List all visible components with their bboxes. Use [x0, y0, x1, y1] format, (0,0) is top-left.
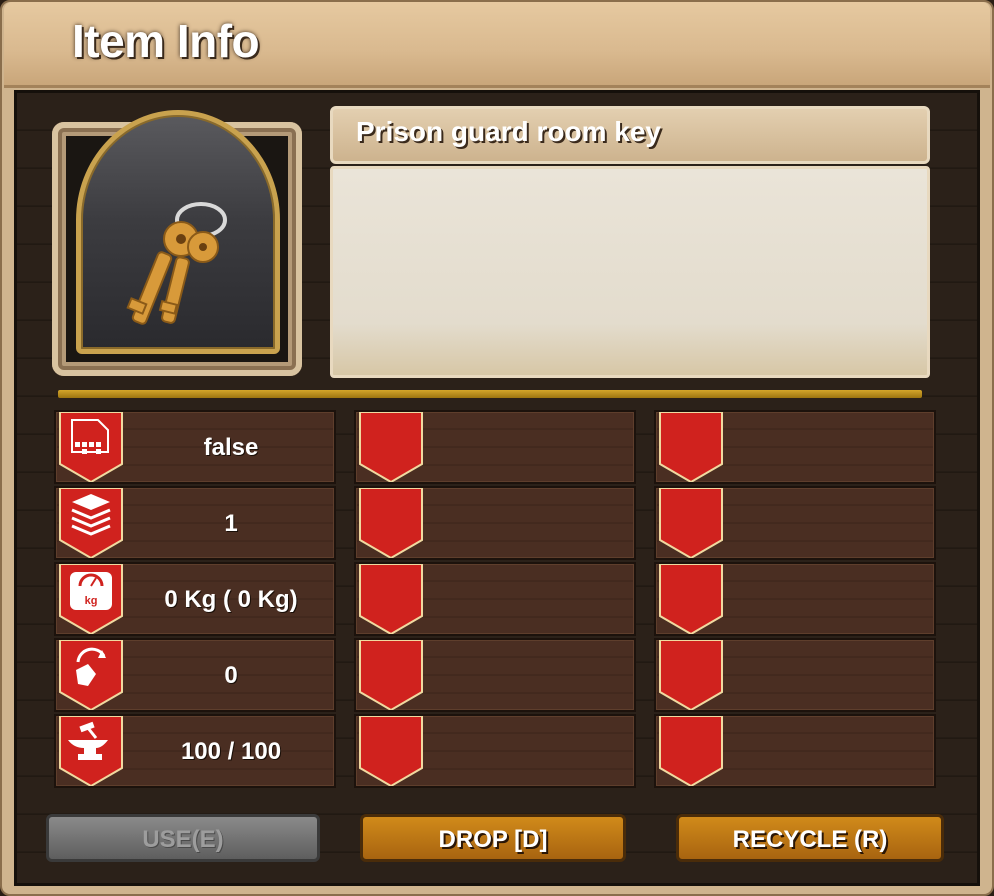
weight-scale-icon: kg: [59, 564, 123, 634]
use-button[interactable]: USE(E): [46, 814, 320, 862]
empty-badge-icon: [659, 564, 723, 634]
empty-badge-icon: [659, 488, 723, 558]
stats-row: 1: [54, 486, 938, 560]
stat-cell: false: [54, 410, 336, 484]
stat-value: 100 / 100: [180, 738, 282, 765]
empty-badge-icon: [659, 412, 723, 482]
empty-badge-icon: [659, 716, 723, 786]
stat-cell-empty: [654, 486, 936, 560]
stat-value: 1: [224, 510, 238, 537]
empty-badge-icon: [359, 488, 423, 558]
divider: [58, 390, 922, 398]
stat-cell-empty: [354, 562, 636, 636]
stack-layers-icon: [59, 488, 123, 558]
stats-row: false: [54, 410, 938, 484]
stat-cell: kg 0 Kg ( 0 Kg): [54, 562, 336, 636]
stats-row: 100 / 100: [54, 714, 938, 788]
item-description: [330, 166, 930, 378]
stat-value: false: [203, 434, 259, 461]
drop-button[interactable]: DROP [D]: [360, 814, 626, 862]
stat-value: 0 Kg ( 0 Kg): [164, 586, 298, 613]
empty-badge-icon: [359, 716, 423, 786]
stats-row: 0: [54, 638, 938, 712]
stat-cell-empty: [354, 714, 636, 788]
empty-badge-icon: [359, 564, 423, 634]
item-icon-slot: [76, 110, 280, 354]
item-name: Prison guard room key: [356, 116, 661, 147]
stat-cell-empty: [354, 638, 636, 712]
anvil-icon: [59, 716, 123, 786]
stat-cell: 1: [54, 486, 336, 560]
stat-cell-empty: [654, 714, 936, 788]
stat-cell-empty: [654, 410, 936, 484]
empty-badge-icon: [359, 412, 423, 482]
empty-badge-icon: [359, 640, 423, 710]
stat-cell-empty: [654, 562, 936, 636]
stat-cell-empty: [654, 638, 936, 712]
stats-row: kg 0 Kg ( 0 Kg): [54, 562, 938, 636]
stat-cell-empty: [354, 486, 636, 560]
empty-badge-icon: [659, 640, 723, 710]
arrow-hand-icon: [59, 640, 123, 710]
stat-cell-empty: [354, 410, 636, 484]
memory-blocks-icon: [59, 412, 123, 482]
window-title: Item Info: [72, 15, 260, 67]
keys-icon: [126, 202, 227, 325]
stat-value: 0: [224, 662, 238, 689]
stat-cell: 100 / 100: [54, 714, 336, 788]
stat-cell: 0: [54, 638, 336, 712]
recycle-button[interactable]: RECYCLE (R): [676, 814, 944, 862]
svg-text:kg: kg: [85, 595, 98, 607]
